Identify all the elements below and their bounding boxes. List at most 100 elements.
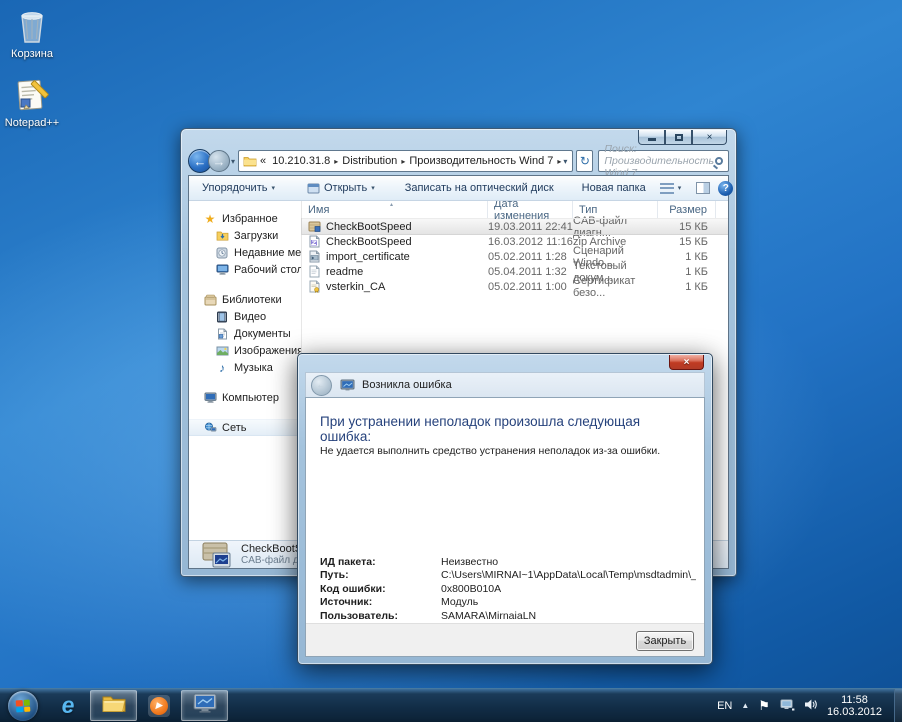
detail-row: Источник:Модуль xyxy=(320,596,696,610)
libraries-icon xyxy=(203,293,217,307)
open-icon xyxy=(307,182,320,194)
file-row[interactable]: import_certificate 05.02.2011 1:28 Сцена… xyxy=(302,249,728,264)
dialog-close-action-button[interactable]: Закрыть xyxy=(636,631,694,651)
minimize-icon xyxy=(648,138,656,141)
dialog-back-button[interactable]: ← xyxy=(311,375,332,396)
desktop-icon-label: Notepad++ xyxy=(0,117,64,129)
taskbar-troubleshooter-button[interactable] xyxy=(181,690,228,721)
detail-row: Код ошибки:0x800B010A xyxy=(320,582,696,596)
organize-label: Упорядочить xyxy=(202,182,267,194)
zip-file-icon xyxy=(308,235,321,248)
new-folder-button[interactable]: Новая папка xyxy=(575,179,653,197)
sidebar-item-favorites[interactable]: ★ Избранное xyxy=(189,210,301,227)
sidebar-item-music[interactable]: ♪ Музыка xyxy=(189,359,301,376)
taskbar-ie-button[interactable]: e xyxy=(48,690,88,722)
recent-places-icon xyxy=(215,246,229,260)
dialog-close-button[interactable]: × xyxy=(669,355,704,370)
documents-icon xyxy=(215,327,229,341)
language-indicator[interactable]: EN xyxy=(717,700,732,712)
sidebar-item-label: Избранное xyxy=(222,213,278,225)
sidebar-item-label: Компьютер xyxy=(222,392,279,404)
music-icon: ♪ xyxy=(215,361,229,375)
open-button[interactable]: Открыть ▾ xyxy=(300,179,382,197)
dialog-footer: Закрыть xyxy=(306,623,704,656)
chevron-down-icon: ▾ xyxy=(678,184,682,192)
breadcrumb-overflow[interactable]: « xyxy=(257,155,269,167)
file-row[interactable]: readme 05.04.2011 1:32 Текстовый докум..… xyxy=(302,264,728,279)
sidebar-item-pictures[interactable]: Изображения xyxy=(189,342,301,359)
maximize-icon xyxy=(675,134,683,141)
column-header-name[interactable]: Имя xyxy=(302,201,488,218)
desktop-icon-recycle-bin[interactable]: Корзина xyxy=(0,6,64,60)
troubleshooter-window-icon xyxy=(192,692,218,719)
network-icon xyxy=(203,421,217,435)
burn-button[interactable]: Записать на оптический диск xyxy=(398,179,561,197)
desktop-icon-label: Корзина xyxy=(0,48,64,60)
sidebar-item-videos[interactable]: Видео xyxy=(189,308,301,325)
detail-label: Путь: xyxy=(320,569,441,581)
clock-time: 11:58 xyxy=(827,694,882,706)
sidebar-item-label: Изображения xyxy=(234,345,302,357)
desktop-icon xyxy=(215,263,229,277)
sidebar-item-documents[interactable]: Документы xyxy=(189,325,301,342)
sidebar-item-desktop[interactable]: Рабочий стол xyxy=(189,261,301,278)
breadcrumb-segment[interactable]: 10.210.31.8 xyxy=(269,155,333,167)
pictures-icon xyxy=(215,344,229,358)
detail-label: Код ошибки: xyxy=(320,583,441,595)
volume-icon[interactable] xyxy=(804,698,818,714)
sidebar-item-network[interactable]: Сеть xyxy=(189,419,301,436)
sidebar-item-label: Музыка xyxy=(234,362,273,374)
sidebar-item-computer[interactable]: Компьютер xyxy=(189,389,301,406)
detail-value: SAMARA\MirnaiaLN xyxy=(441,610,536,622)
system-tray: EN ▲ ⚑ 11:58 16.03.2012 xyxy=(717,689,902,722)
navigation-pane: ★ Избранное Загрузки Недавние места Рабо… xyxy=(189,201,302,540)
detail-label: ИД пакета: xyxy=(320,556,441,568)
recycle-bin-icon xyxy=(12,6,52,46)
sidebar-item-label: Рабочий стол xyxy=(234,264,302,276)
history-dropdown[interactable]: ▾ xyxy=(231,157,235,166)
back-icon: ← xyxy=(316,379,327,391)
troubleshooter-icon xyxy=(340,379,356,392)
column-header-modified[interactable]: Дата изменения xyxy=(488,201,573,218)
column-header-type[interactable]: Тип xyxy=(573,201,658,218)
preview-pane-button[interactable] xyxy=(696,182,710,194)
network-tray-icon[interactable] xyxy=(779,698,795,714)
text-file-icon xyxy=(308,265,321,278)
close-icon: × xyxy=(684,357,690,368)
address-bar[interactable]: « 10.210.31.8 ▸ Distribution ▸ Производи… xyxy=(238,150,573,172)
internet-explorer-icon: e xyxy=(62,692,75,719)
views-icon xyxy=(660,183,674,194)
sidebar-item-libraries[interactable]: Библиотеки xyxy=(189,291,301,308)
sidebar-item-label: Сеть xyxy=(222,422,246,434)
chevron-down-icon: ▾ xyxy=(271,184,275,192)
address-dropdown-icon[interactable]: ▾ xyxy=(563,157,567,166)
file-row[interactable]: vsterkin_CA 05.02.2011 1:00 Сертификат б… xyxy=(302,279,728,294)
downloads-icon xyxy=(215,229,229,243)
tray-expand-icon[interactable]: ▲ xyxy=(741,701,749,710)
show-desktop-button[interactable] xyxy=(894,689,902,722)
desktop-icon-notepad[interactable]: Notepad++ xyxy=(0,75,64,129)
help-button[interactable]: ? xyxy=(718,181,733,196)
taskbar-wmp-button[interactable]: ▶ xyxy=(139,690,179,722)
taskbar-explorer-button[interactable] xyxy=(90,690,137,721)
action-center-flag-icon[interactable]: ⚑ xyxy=(758,698,770,714)
column-header-size[interactable]: Размер xyxy=(658,201,716,218)
forward-button[interactable]: → xyxy=(208,150,230,172)
navigation-bar: ← → ▾ « 10.210.31.8 ▸ Distribution ▸ Про… xyxy=(188,148,729,174)
sidebar-item-downloads[interactable]: Загрузки xyxy=(189,227,301,244)
views-button[interactable]: ▾ xyxy=(653,180,689,197)
breadcrumb-segment[interactable]: Distribution xyxy=(339,155,400,167)
taskbar-clock[interactable]: 11:58 16.03.2012 xyxy=(827,694,888,718)
back-icon: ← xyxy=(194,154,207,169)
start-button[interactable] xyxy=(8,691,38,721)
play-icon: ▶ xyxy=(156,700,163,711)
search-placeholder: Поиск: Производительность Wind 7 xyxy=(604,143,715,179)
refresh-button[interactable]: ↻ xyxy=(576,150,593,172)
file-row[interactable]: CheckBootSpeed 16.03.2012 11:16 zip Arch… xyxy=(302,234,728,249)
organize-button[interactable]: Упорядочить ▾ xyxy=(195,179,282,197)
taskbar: e ▶ xyxy=(0,688,902,722)
close-button-label: Закрыть xyxy=(644,635,686,647)
sidebar-item-recent-places[interactable]: Недавние места xyxy=(189,244,301,261)
breadcrumb-segment[interactable]: Производительность Wind 7 xyxy=(406,155,556,167)
search-input[interactable]: Поиск: Производительность Wind 7 xyxy=(598,150,729,172)
